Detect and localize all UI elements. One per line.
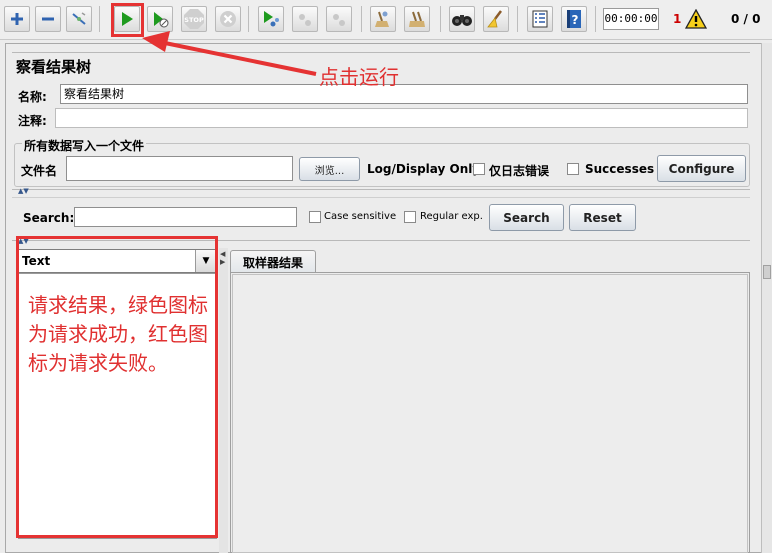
annotation-arrow — [142, 31, 317, 76]
